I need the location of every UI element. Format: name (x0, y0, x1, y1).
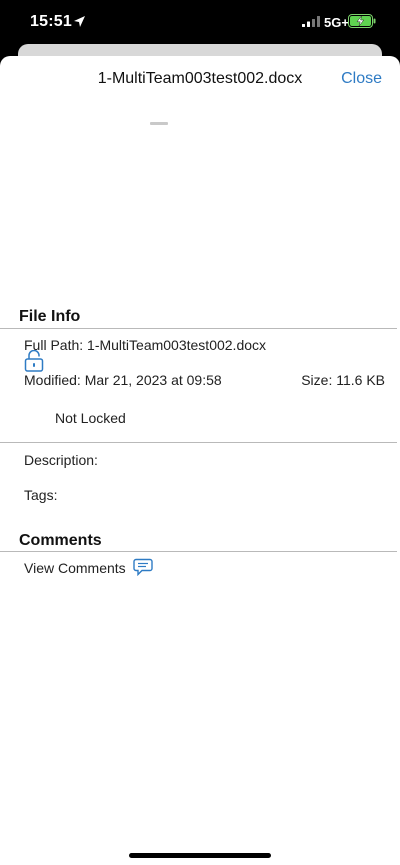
status-bar: 15:51 5G+ (0, 0, 400, 44)
status-time: 15:51 (30, 13, 72, 30)
modified-text: Modified: Mar 21, 2023 at 09:58 (24, 372, 222, 388)
close-button[interactable]: Close (341, 70, 382, 88)
document-preview[interactable] (0, 102, 400, 302)
comments-divider (0, 551, 397, 552)
preview-text-snippet (150, 122, 168, 125)
lock-status-text: Not Locked (55, 410, 126, 426)
battery-charging-icon (348, 14, 376, 28)
file-info-sheet: 1-MultiTeam003test002.docx Close File In… (0, 56, 400, 865)
unlocked-padlock-icon (24, 350, 44, 372)
full-path-text: Full Path: 1-MultiTeam003test002.docx (24, 337, 267, 353)
home-indicator[interactable] (129, 853, 271, 858)
comments-header: Comments (19, 532, 102, 549)
signal-icon (302, 16, 320, 27)
file-info-divider (0, 328, 397, 329)
tags-label: Tags: (24, 487, 58, 503)
description-label: Description: (24, 452, 98, 468)
sheet-title: 1-MultiTeam003test002.docx (97, 70, 303, 87)
network-type: 5G+ (324, 15, 349, 30)
speech-bubble-icon[interactable] (133, 558, 153, 576)
location-arrow-icon (74, 16, 85, 27)
description-divider (0, 442, 397, 443)
file-info-header: File Info (19, 308, 81, 325)
view-comments-link[interactable]: View Comments (24, 560, 126, 576)
size-text: Size: 11.6 KB (301, 372, 385, 388)
